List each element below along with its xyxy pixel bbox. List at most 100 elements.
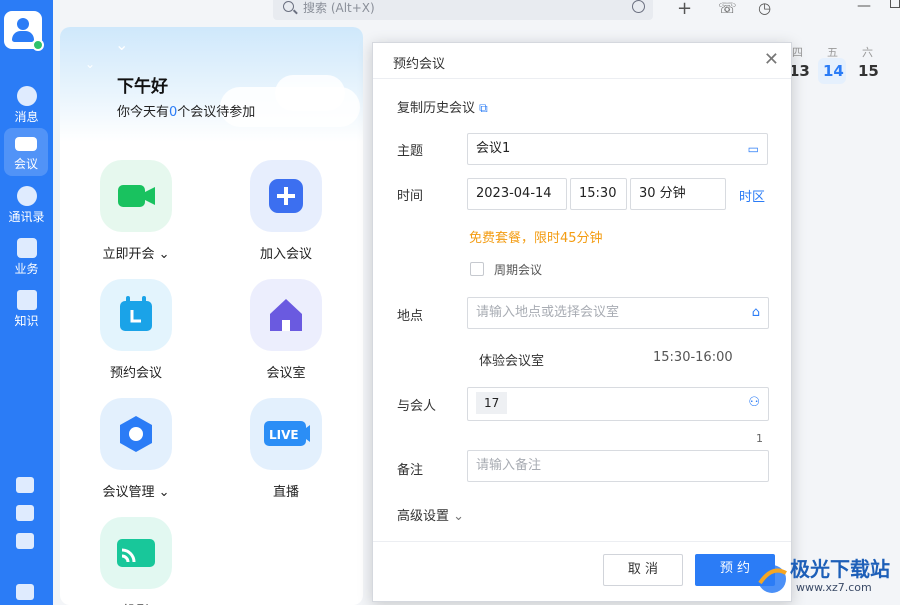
nav-item-contacts[interactable]: 通讯录 [0,180,53,228]
dialog-footer: 取 消 预 约 [373,541,791,603]
history-icon[interactable]: ◷ [758,0,771,17]
house-icon [270,299,302,331]
location-input[interactable]: 请输入地点或选择会议室 ⌂ [467,297,769,329]
live-icon: LIVE [264,421,310,446]
calendar-day[interactable]: 15 [858,62,879,80]
dialog-title: 预约会议 [393,57,446,72]
start-meeting-label[interactable]: 立即开会 ⌄ [81,243,191,262]
chat-icon [16,86,37,106]
assistant-icon[interactable] [632,0,645,13]
schedule-meeting-dialog: 预约会议 ✕ 复制历史会议 ⧉ 主题 会议1 ▭ 时间 2023-04-14 1… [372,42,792,602]
notes-input[interactable]: 请输入备注 [467,450,769,482]
date-picker[interactable]: 2023-04-14 [467,178,567,210]
copy-history-meeting-link[interactable]: 复制历史会议 ⧉ [397,97,488,116]
subject-input[interactable]: 会议1 ▭ [467,133,768,165]
copy-icon: ⧉ [479,101,488,115]
meeting-management-button[interactable] [100,398,172,470]
room-picker-icon[interactable]: ⌂ [752,298,760,328]
free-plan-note: 免费套餐，限时45分钟 [469,231,603,246]
projection-button[interactable] [100,517,172,589]
video-camera-icon [118,185,155,207]
chevron-down-icon: ⌄ [158,485,170,500]
duration-select[interactable]: 30 分钟 [630,178,726,210]
meeting-management-label[interactable]: 会议管理 ⌄ [81,481,191,500]
hexagon-icon [120,416,152,452]
avatar-body [12,31,34,42]
video-camera-icon[interactable]: ▭ [748,134,759,164]
join-meeting-label[interactable]: 加入会议 [231,243,341,262]
start-time-picker[interactable]: 15:30 [570,178,627,210]
cast-icon [117,539,155,567]
building-icon[interactable] [16,584,34,600]
room-time: 15:30-16:00 [653,350,733,365]
meeting-room-button[interactable] [250,279,322,351]
avatar-head [17,18,29,30]
calendar-day-today[interactable]: 14 [823,62,844,80]
bird-decoration: ⌄ [85,57,96,71]
watermark-url: www.xz7.com [796,581,872,594]
location-label: 地点 [397,309,424,324]
time-label: 时间 [397,189,424,204]
dialog-header: 预约会议 ✕ [373,43,791,79]
minimize-icon[interactable]: — [857,0,871,14]
participant-count: 1 [756,432,763,445]
join-meeting-button[interactable] [250,160,322,232]
chevron-down-icon: ⌄ [453,509,465,524]
notes-label: 备注 [397,463,424,478]
add-icon[interactable]: + [677,0,692,19]
meeting-home-panel: ⌄ ⌄ 下午好 你今天有0个会议待参加 立即开会 ⌄ 加入会议 预约会议 会议室… [60,27,363,605]
svg-text:LIVE: LIVE [269,428,299,442]
meeting-room-label[interactable]: 会议室 [231,362,341,381]
participant-tag[interactable]: 17 [476,392,508,414]
recurring-checkbox[interactable] [470,262,484,276]
bird-decoration: ⌄ [115,35,129,54]
cancel-button[interactable]: 取 消 [603,554,683,586]
watermark-logo-icon [758,565,787,593]
watermark-text: 极光下载站 [790,557,890,581]
left-nav: 消息 会议 通讯录 业务 知识 [0,0,53,605]
book-icon [16,290,37,310]
video-camera-icon [15,137,37,151]
start-meeting-button[interactable] [100,160,172,232]
hero-banner: ⌄ ⌄ 下午好 你今天有0个会议待参加 [60,27,363,142]
participants-label: 与会人 [397,399,437,414]
user-avatar[interactable] [4,11,44,51]
meeting-summary: 你今天有0个会议待参加 [117,105,256,120]
search-icon [283,1,294,12]
nav-item-meetings[interactable]: 会议 [4,128,48,176]
calendar-day[interactable]: 13 [789,62,810,80]
search-input[interactable]: 搜索 (Alt+X) [273,0,653,20]
subject-label: 主题 [397,144,424,159]
weekday-fri: 五 [827,46,838,59]
nav-item-messages[interactable]: 消息 [0,80,53,128]
cube-icon[interactable] [16,505,34,521]
watermark: 极光下载站 www.xz7.com [752,553,900,605]
recurring-label: 周期会议 [494,263,543,277]
weekday-thu: 四 [792,46,803,59]
nav-item-knowledge[interactable]: 知识 [0,284,53,332]
online-status-icon [32,39,44,51]
schedule-meeting-label[interactable]: 预约会议 [81,362,191,381]
grid-apps-icon [16,238,37,258]
live-stream-label[interactable]: 直播 [231,481,341,500]
cast-icon[interactable] [16,533,34,549]
timezone-link[interactable]: 时区 [739,186,765,205]
room-name[interactable]: 体验会议室 [479,350,544,369]
projection-label[interactable]: 投影 [81,600,191,605]
nav-item-business[interactable]: 业务 [0,232,53,280]
close-icon[interactable]: ✕ [764,49,779,70]
chevron-down-icon: ⌄ [158,247,170,262]
plus-icon [269,179,303,213]
advanced-settings-toggle[interactable]: 高级设置 ⌄ [397,505,464,524]
participants-input[interactable]: 17 ⚇ [467,387,769,421]
maximize-icon[interactable] [890,0,900,8]
contacts-icon [16,186,37,206]
live-stream-button[interactable]: LIVE [250,398,322,470]
calendar-icon [120,296,152,331]
weekday-sat: 六 [862,46,873,59]
add-person-icon[interactable]: ⚇ [748,388,760,418]
phone-icon[interactable]: ☏ [718,0,737,17]
schedule-meeting-button[interactable] [100,279,172,351]
calendar-icon[interactable] [16,477,34,493]
cloud-decoration [275,75,345,111]
